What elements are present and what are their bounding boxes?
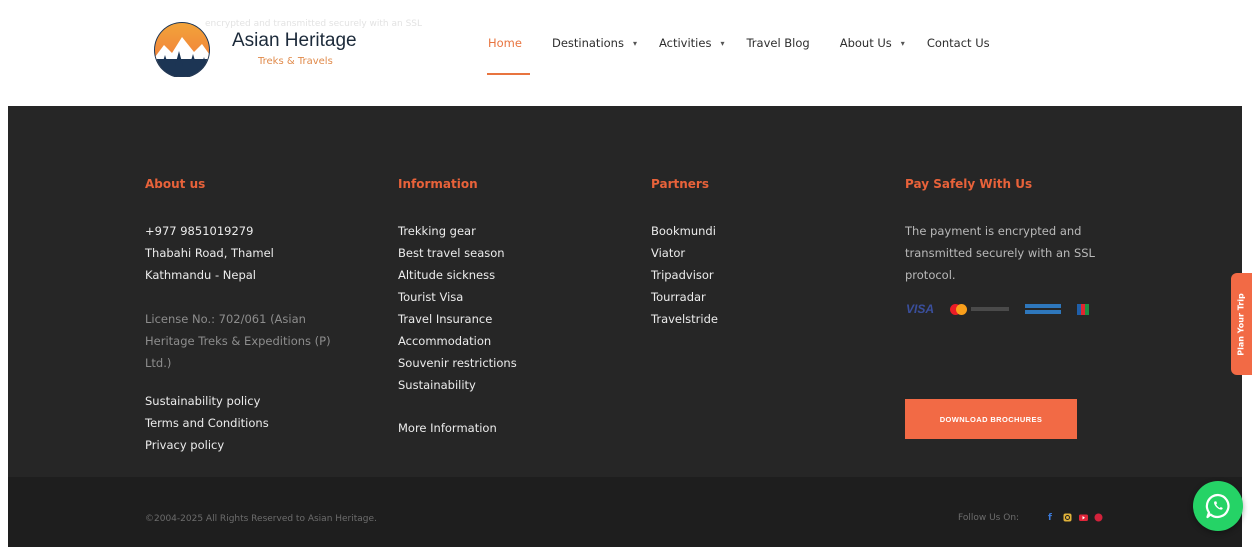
privacy-policy-link[interactable]: Privacy policy (145, 434, 269, 456)
youtube-icon[interactable] (1078, 512, 1088, 523)
brand-tagline: Treks & Travels (258, 56, 333, 67)
phone-number[interactable]: +977 9851019279 (145, 220, 274, 242)
info-link[interactable]: Souvenir restrictions (398, 352, 517, 374)
nav-travel-blog-label: Travel Blog (746, 36, 810, 50)
footer-column-information: Information (398, 177, 478, 191)
license-line: Ltd.) (145, 356, 172, 370)
info-link[interactable]: Tourist Visa (398, 286, 517, 308)
about-title: About us (145, 177, 206, 191)
payment-cards: VISA (906, 302, 1105, 316)
instagram-icon[interactable] (1062, 512, 1072, 523)
policy-links: Sustainability policy Terms and Conditio… (145, 390, 269, 456)
chevron-down-icon: ▾ (720, 38, 725, 48)
partner-link[interactable]: Travelstride (651, 308, 718, 330)
pay-description: The payment is encrypted and transmitted… (905, 220, 1135, 286)
footer-column-pay: Pay Safely With Us (905, 177, 1032, 191)
nav-destinations-label: Destinations (551, 36, 624, 50)
partner-link[interactable]: Viator (651, 242, 718, 264)
sustainability-policy-link[interactable]: Sustainability policy (145, 390, 269, 412)
chevron-down-icon: ▾ (900, 38, 905, 48)
pinterest-icon[interactable] (1093, 512, 1103, 523)
main-navigation: Home Destinations ▾ Activities ▾ Travel … (488, 33, 990, 53)
nav-activities-label: Activities (658, 36, 712, 50)
license-line: Heritage Treks & Expeditions (P) (145, 334, 331, 348)
amex-icon (1025, 304, 1062, 314)
partner-link[interactable]: Tourradar (651, 286, 718, 308)
chevron-down-icon: ▾ (632, 38, 637, 48)
whatsapp-icon (1205, 493, 1230, 519)
nav-contact-us[interactable]: Contact Us (927, 36, 990, 50)
more-information-link[interactable]: More Information (398, 417, 497, 439)
partner-links: Bookmundi Viator Tripadvisor Tourradar T… (651, 220, 718, 330)
license-line: License No.: 702/061 (Asian (145, 312, 306, 326)
footer-column-about: About us (145, 177, 205, 191)
pay-text-line: protocol. (905, 268, 956, 282)
pay-text-line: transmitted securely with an SSL (905, 246, 1095, 260)
info-link[interactable]: Travel Insurance (398, 308, 517, 330)
nav-home[interactable]: Home (488, 36, 522, 50)
active-nav-indicator (487, 73, 530, 75)
plan-your-trip-label: Plan Your Trip (1237, 292, 1246, 356)
nav-home-label: Home (488, 36, 522, 50)
info-link[interactable]: Accommodation (398, 330, 517, 352)
faded-background-text: encrypted and transmitted securely with … (205, 19, 423, 29)
whatsapp-button[interactable] (1193, 481, 1243, 531)
download-brochures-button[interactable]: DOWNLOAD BROCHURES (905, 399, 1077, 439)
nav-about-us[interactable]: About Us ▾ (840, 36, 905, 50)
nav-about-us-label: About Us (839, 36, 892, 50)
nav-contact-us-label: Contact Us (926, 36, 990, 50)
partners-title: Partners (651, 177, 709, 191)
about-contact: +977 9851019279 Thabahi Road, Thamel Kat… (145, 220, 274, 286)
terms-link[interactable]: Terms and Conditions (145, 412, 269, 434)
site-header: encrypted and transmitted securely with … (0, 0, 1252, 106)
address-line: Thabahi Road, Thamel (145, 246, 274, 260)
information-links: Trekking gear Best travel season Altitud… (398, 220, 517, 396)
partner-link[interactable]: Bookmundi (651, 220, 718, 242)
mastercard-icon (950, 303, 1010, 315)
footer-bottom-bar: ©2004-2025 All Rights Reserved to Asian … (8, 477, 1242, 547)
pay-text-line: The payment is encrypted and (905, 224, 1082, 238)
site-footer: About us +977 9851019279 Thabahi Road, T… (8, 106, 1242, 477)
facebook-icon[interactable]: f (1045, 512, 1055, 523)
brand-logo[interactable] (148, 19, 220, 77)
visa-icon: VISA (906, 302, 935, 316)
nav-activities[interactable]: Activities ▾ (659, 36, 724, 50)
nav-travel-blog[interactable]: Travel Blog (746, 36, 809, 50)
brand-name[interactable]: Asian Heritage (232, 30, 357, 52)
info-link[interactable]: Best travel season (398, 242, 517, 264)
follow-us-label: Follow Us On: (958, 513, 1020, 523)
pay-title: Pay Safely With Us (905, 177, 1033, 191)
copyright-text: ©2004-2025 All Rights Reserved to Asian … (145, 514, 377, 524)
partner-link[interactable]: Tripadvisor (651, 264, 718, 286)
info-link[interactable]: Altitude sickness (398, 264, 517, 286)
nav-destinations[interactable]: Destinations ▾ (552, 36, 637, 50)
info-link[interactable]: Sustainability (398, 374, 517, 396)
footer-column-partners: Partners (651, 177, 709, 191)
plan-your-trip-tab[interactable]: Plan Your Trip (1231, 273, 1252, 375)
information-title: Information (398, 177, 478, 191)
jcb-icon (1077, 303, 1090, 315)
info-link[interactable]: Trekking gear (398, 220, 517, 242)
address-line: Kathmandu - Nepal (145, 268, 256, 282)
license-info: License No.: 702/061 (Asian Heritage Tre… (145, 308, 331, 374)
